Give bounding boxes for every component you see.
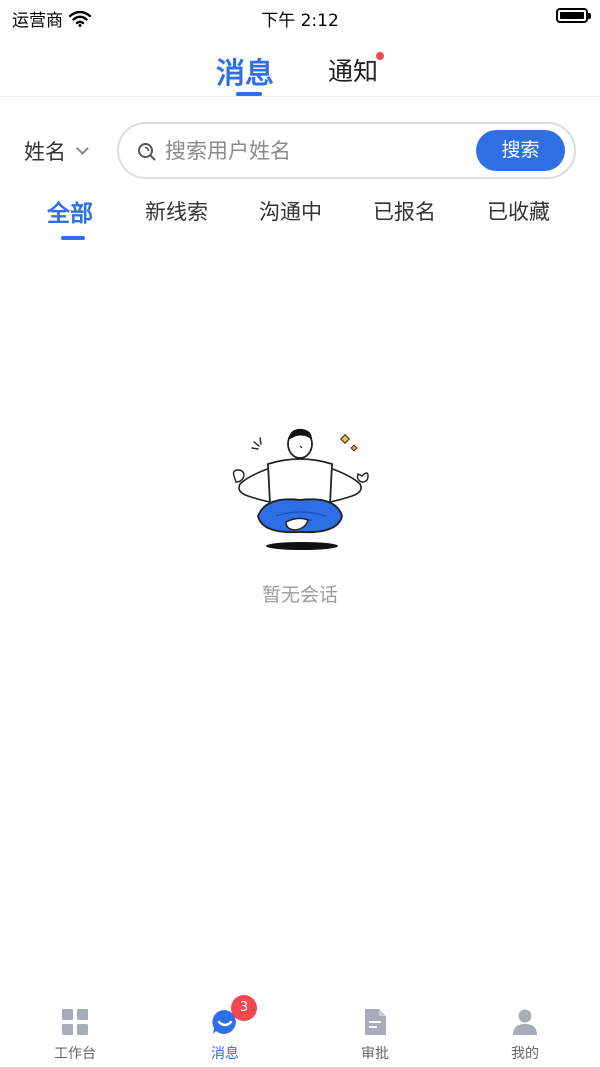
tab-messages[interactable]: 消息 <box>216 50 274 92</box>
nav-item-approval[interactable]: 审批 <box>325 1007 425 1063</box>
clock: 下午 2:12 <box>261 11 339 31</box>
active-tab-indicator <box>236 92 262 96</box>
nav-item-workbench[interactable]: 工作台 <box>25 1007 125 1063</box>
tab-notifications[interactable]: 通知 <box>328 52 378 88</box>
unread-badge: 3 <box>231 995 257 1021</box>
status-bar: 运营商 下午 2:12 <box>0 0 600 34</box>
search-field-label: 姓名 <box>24 140 66 164</box>
search-field-select[interactable]: 姓名 <box>24 136 89 166</box>
search-row: 姓名 搜索 <box>0 122 600 180</box>
nav-label-workbench: 工作台 <box>54 1046 96 1062</box>
filter-tab-bar: 全部 新线索 沟通中 已报名 已收藏 <box>0 192 600 242</box>
grid-icon <box>62 1009 88 1035</box>
empty-state-text: 暂无会话 <box>261 584 338 606</box>
nav-label-messages: 消息 <box>211 1046 239 1062</box>
search-button[interactable]: 搜索 <box>476 130 565 171</box>
nav-item-messages[interactable]: 3 消息 <box>175 995 275 1063</box>
top-tab-bar: 消息 通知 <box>0 34 600 97</box>
search-input[interactable] <box>165 132 465 170</box>
notification-dot <box>376 52 384 60</box>
person-icon <box>513 1009 537 1035</box>
meditating-person-illustration <box>232 428 369 550</box>
document-icon <box>365 1009 386 1035</box>
filter-tab-favorited[interactable]: 已收藏 <box>487 196 550 226</box>
filter-tab-communicating[interactable]: 沟通中 <box>259 196 322 226</box>
nav-label-profile: 我的 <box>511 1046 539 1062</box>
chevron-down-icon <box>76 141 89 155</box>
bottom-nav: 工作台 3 消息 审批 我的 <box>0 995 600 1067</box>
filter-tab-new-leads[interactable]: 新线索 <box>145 196 208 226</box>
nav-item-profile[interactable]: 我的 <box>475 1007 575 1063</box>
active-filter-indicator <box>61 236 85 240</box>
battery-icon <box>556 8 591 23</box>
filter-tab-enrolled[interactable]: 已报名 <box>373 196 436 226</box>
filter-tab-all[interactable]: 全部 <box>47 194 93 228</box>
nav-label-approval: 审批 <box>361 1046 389 1062</box>
search-box: 搜索 <box>117 122 576 179</box>
chat-icon-wrapper: 3 <box>210 995 257 1037</box>
search-icon <box>138 143 156 161</box>
